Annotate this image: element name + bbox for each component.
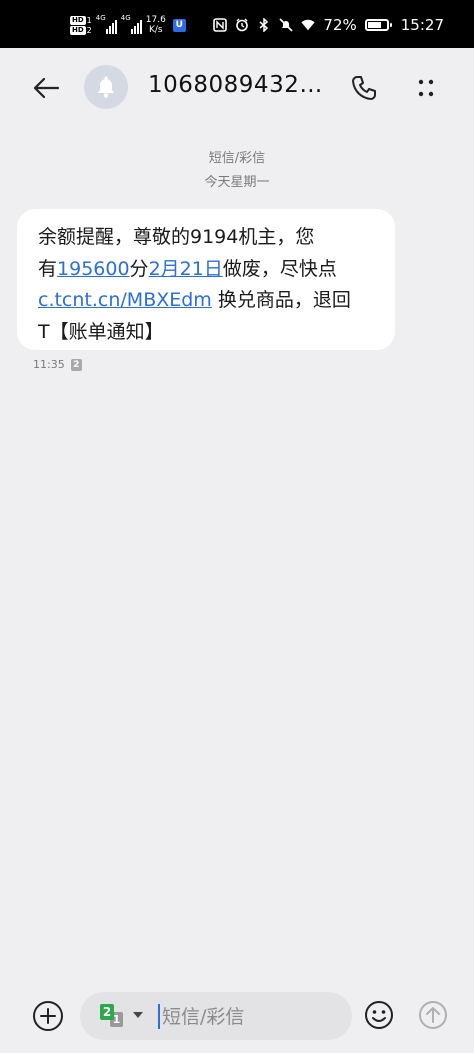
send-button[interactable] [417,999,449,1031]
conversation-header: 1068089432… [0,48,474,128]
status-bar: HD 1 HD 2 4G 4G 17.6 K/s U 72% 15:27 [0,0,474,48]
status-right-group: 72% 15:27 [213,14,444,36]
alarm-icon [235,18,249,32]
sim-primary-icon: 2 [100,1004,114,1020]
nfc-icon [213,18,228,32]
thread-date-label: 今天星期一 [204,175,270,190]
add-attachment-button[interactable] [31,999,65,1033]
url-link[interactable]: c.tcnt.cn/MBXEdm [38,289,212,311]
message-line-4: T【账单通知】 [38,320,164,343]
message-input[interactable] [160,1000,344,1034]
compose-bar: 1 2 [0,982,474,1053]
status-left-group: HD 1 HD 2 4G 4G 17.6 K/s U [70,14,186,36]
message-time: 11:35 [33,358,65,371]
bluetooth-icon [257,18,271,32]
network-speed-value: 17.6 [145,15,166,25]
contact-number[interactable]: 1068089432… [148,72,323,98]
date-link[interactable]: 2月21日 [149,258,223,280]
message-text: 做废，尽快点 [222,257,337,280]
message-bubble[interactable]: 余额提醒，尊敬的9194机主，您 有195600分2月21日做废，尽快点 c.t… [17,209,395,350]
emoji-button[interactable] [363,999,395,1031]
send-arrow-icon [419,1001,447,1029]
battery-icon [364,19,392,31]
sim-card-badge: 2 [70,358,82,371]
network-type-2: 4G [120,14,131,22]
message-text: 分 [129,257,149,280]
message-input-container: 1 2 [80,992,352,1040]
message-text: 换兑商品，退回 [211,289,351,311]
message-text: 有 [38,257,58,280]
avatar[interactable] [84,65,128,109]
sim-selector[interactable]: 1 2 [100,1004,146,1028]
battery-level-fill [367,22,381,28]
hd-indicators: HD 1 HD 2 [70,15,92,35]
phone-icon [352,76,376,100]
sim1-label: 1 [86,15,92,25]
network-speed-unit: K/s [148,25,163,35]
message-line-2: 有195600分2月21日做废，尽快点 [38,254,379,286]
network-speed: 17.6 K/s [146,15,166,35]
message-line-1: 余额提醒，尊敬的9194机主，您 [38,226,315,248]
network-type-1: 4G [95,14,106,22]
battery-percent: 72% [323,16,357,34]
plus-circle-icon [33,1001,63,1031]
thread-type-label: 短信/彩信 [208,151,266,166]
bell-icon [98,76,114,98]
emoji-icon [365,1001,393,1029]
number-link[interactable]: 195600 [57,258,130,280]
status-clock: 15:27 [400,16,444,34]
more-options-button[interactable] [406,70,446,106]
signal-sim2-icon: 4G [120,14,142,34]
signal-sim1-icon: 4G [95,14,117,34]
more-vertical-icon [418,79,434,97]
message-timestamp: 11:35 2 [33,358,82,371]
call-button[interactable] [344,70,384,106]
chevron-down-icon [133,1012,143,1018]
mute-icon [279,18,293,32]
wifi-icon [301,18,315,32]
hd-badge-2: HD [70,25,86,35]
sim2-label: 2 [86,25,92,35]
hd-badge-1: HD [70,15,86,25]
app-notification-icon: U [172,18,186,32]
back-button[interactable] [26,70,66,106]
arrow-left-icon [33,77,60,99]
message-line-3: c.tcnt.cn/MBXEdm 换兑商品，退回 [38,285,379,317]
